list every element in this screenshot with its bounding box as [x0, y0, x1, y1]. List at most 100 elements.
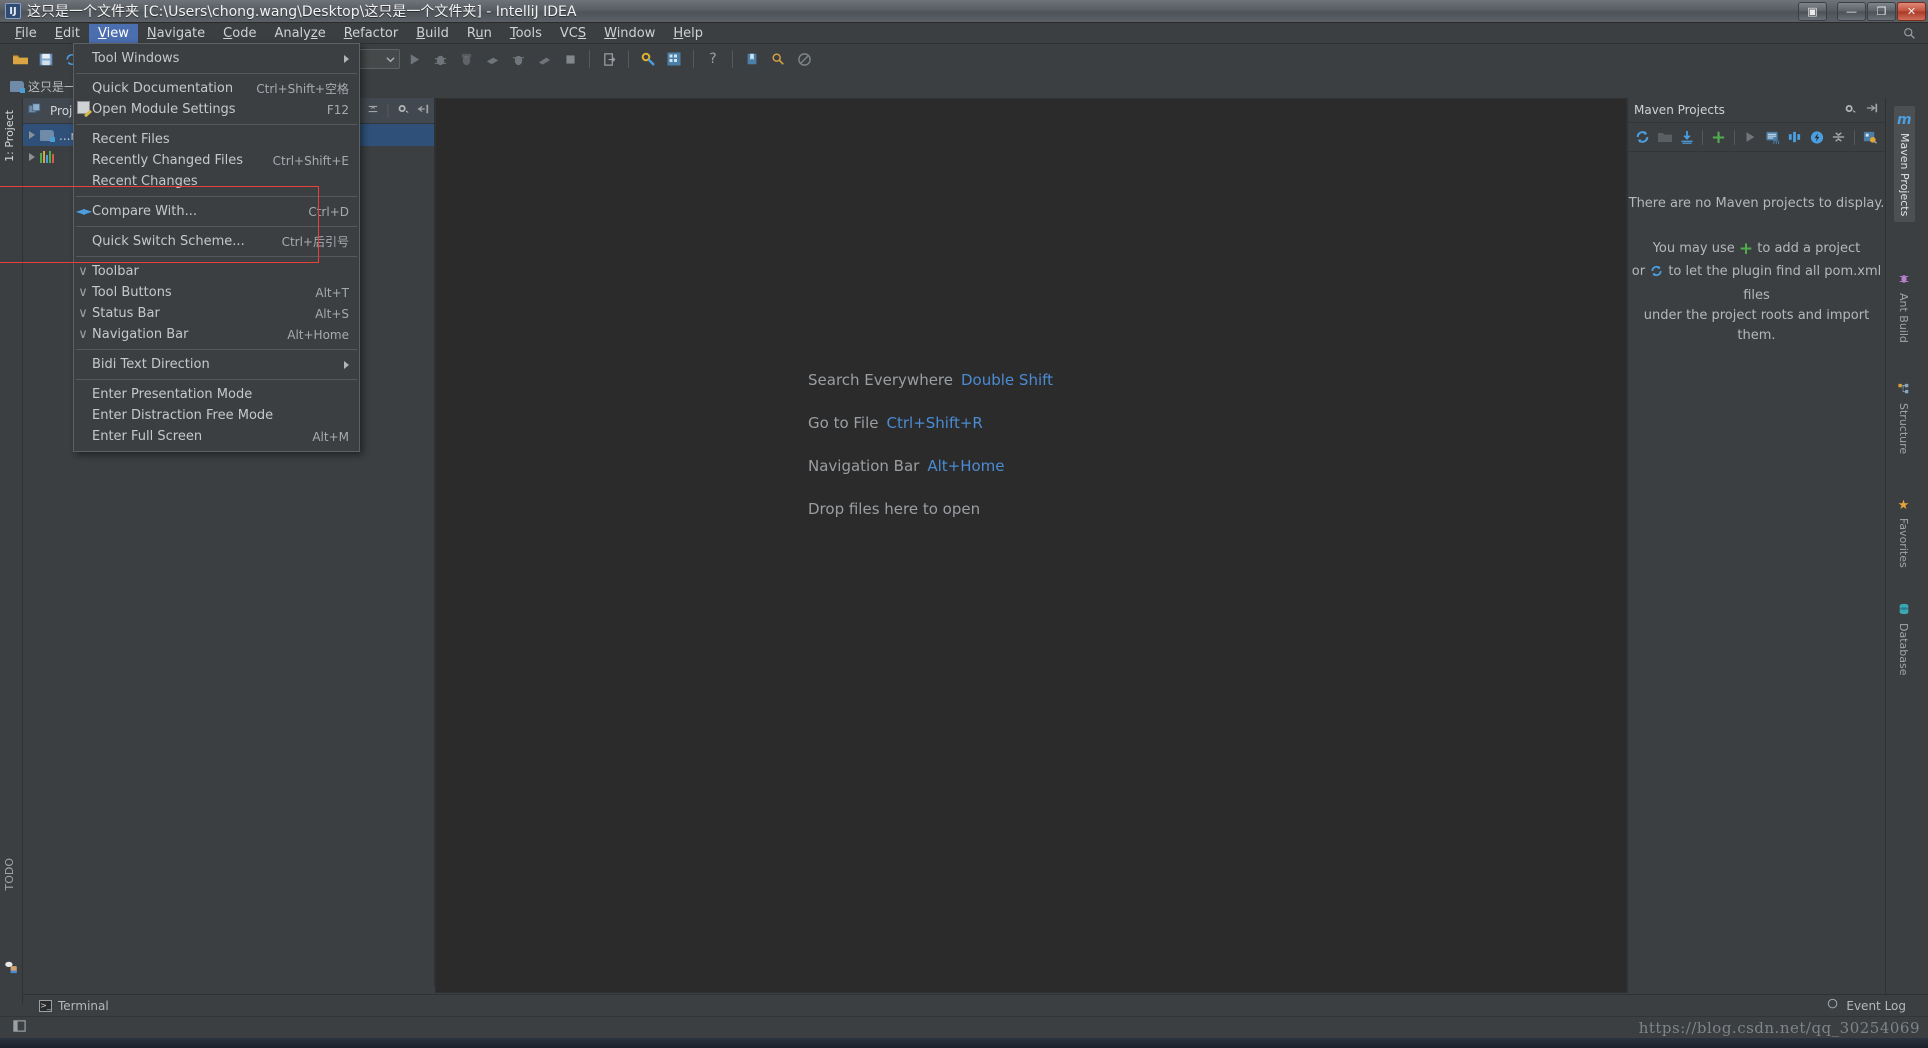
- star-icon: ★: [1897, 498, 1910, 513]
- exit-icon[interactable]: [597, 47, 621, 71]
- search-toolbar-icon[interactable]: [766, 47, 790, 71]
- menu-item-label: Quick Switch Scheme...: [92, 234, 245, 249]
- add-maven-project-icon[interactable]: +: [1710, 127, 1727, 148]
- menu-run[interactable]: Run: [458, 24, 501, 43]
- toggle-skip-tests-icon[interactable]: [1808, 128, 1825, 147]
- menu-help[interactable]: Help: [664, 24, 712, 43]
- menu-item-enter-distraction-free-mode[interactable]: Enter Distraction Free Mode: [74, 405, 359, 426]
- menu-vcs[interactable]: VCS: [551, 24, 595, 43]
- sidebar-item-todo[interactable]: TODO: [3, 858, 16, 891]
- execute-goal-icon[interactable]: m: [1764, 128, 1781, 147]
- restore-layout-button[interactable]: ▣: [1798, 1, 1827, 21]
- open-folder-icon[interactable]: [8, 47, 32, 71]
- menu-view[interactable]: View: [88, 23, 138, 43]
- download-sources-icon[interactable]: [1678, 128, 1695, 147]
- chevron-right-icon[interactable]: [29, 131, 35, 139]
- sidebar-item-ant-build[interactable]: Ant Build: [1897, 273, 1910, 343]
- reimport-icon[interactable]: [1634, 128, 1651, 147]
- editor-welcome-area: Search Everywhere Double Shift Go to File…: [435, 98, 1627, 993]
- hide-toolwindows-icon[interactable]: [12, 1019, 27, 1037]
- menu-item-compare-with[interactable]: ◄► Compare With... Ctrl+D: [74, 201, 359, 222]
- menu-item-tool-buttons[interactable]: ∨ Tool Buttons Alt+T: [74, 282, 359, 303]
- maven-header-icons: [1843, 102, 1879, 118]
- menu-item-recently-changed-files[interactable]: Recently Changed Files Ctrl+Shift+E: [74, 150, 359, 171]
- menu-item-shortcut: Alt+Home: [287, 327, 349, 342]
- debug-attach-icon[interactable]: [506, 47, 530, 71]
- menu-item-quick-switch-scheme[interactable]: Quick Switch Scheme... Ctrl+后引号: [74, 231, 359, 252]
- maven-panel-title: Maven Projects: [1634, 103, 1725, 117]
- menu-build[interactable]: Build: [407, 24, 458, 43]
- generate-sources-icon[interactable]: [1656, 128, 1673, 147]
- maximize-button[interactable]: ❐: [1867, 1, 1896, 21]
- left-tool-strip: 1: Project TODO: [0, 98, 23, 1004]
- disable-icon[interactable]: [792, 47, 816, 71]
- maven-panel-body: There are no Maven projects to display. …: [1628, 152, 1885, 346]
- search-icon[interactable]: [1900, 24, 1918, 42]
- hide-icon[interactable]: [1865, 102, 1879, 118]
- tab-terminal[interactable]: Terminal: [58, 999, 109, 1013]
- collapse-all-icon[interactable]: [1830, 128, 1847, 147]
- debug-icon[interactable]: [428, 47, 452, 71]
- tab-event-log[interactable]: Event Log: [1846, 999, 1906, 1013]
- menu-item-label: Quick Documentation: [92, 81, 234, 96]
- menu-navigate[interactable]: Navigate: [138, 24, 214, 43]
- menu-separator: [76, 379, 357, 380]
- close-button[interactable]: ✕: [1897, 1, 1926, 21]
- maven-hint-line-3: under the project roots and import them.: [1643, 307, 1870, 343]
- maven-icon: m: [1897, 112, 1912, 128]
- menu-item-bidi-text-direction[interactable]: Bidi Text Direction: [74, 354, 359, 375]
- menu-item-enter-presentation-mode[interactable]: Enter Presentation Mode: [74, 384, 359, 405]
- menu-item-label: Tool Buttons: [92, 285, 172, 300]
- menu-item-open-module-settings[interactable]: Open Module Settings F12: [74, 99, 359, 120]
- sidebar-item-maven-projects[interactable]: m Maven Projects: [1894, 106, 1915, 223]
- sidebar-item-todo-label: TODO: [3, 858, 16, 891]
- menu-refactor[interactable]: Refactor: [335, 24, 408, 43]
- menu-item-quick-documentation[interactable]: Quick Documentation Ctrl+Shift+空格: [74, 78, 359, 99]
- menu-item-label: Enter Full Screen: [92, 429, 203, 444]
- maven-empty-message: There are no Maven projects to display.: [1628, 196, 1885, 211]
- sidebar-item-structure[interactable]: Structure: [1897, 383, 1910, 454]
- menu-window[interactable]: Window: [595, 24, 664, 43]
- sidebar-item-project-label: 1: Project: [3, 110, 16, 162]
- stop-icon[interactable]: [558, 47, 582, 71]
- menu-code[interactable]: Code: [214, 24, 265, 43]
- database-icon: [1898, 603, 1910, 618]
- sidebar-item-maven-label: Maven Projects: [1897, 133, 1911, 217]
- sidebar-item-favorites[interactable]: ★ Favorites: [1897, 498, 1910, 568]
- profile-icon[interactable]: [480, 47, 504, 71]
- menu-edit[interactable]: Edit: [46, 24, 89, 43]
- toggle-offline-icon[interactable]: [1786, 128, 1803, 147]
- menu-item-navigation-bar[interactable]: ∨ Navigation Bar Alt+Home: [74, 324, 359, 345]
- menu-item-recent-changes[interactable]: Recent Changes: [74, 171, 359, 192]
- menu-item-enter-full-screen[interactable]: Enter Full Screen Alt+M: [74, 426, 359, 447]
- menu-item-recent-files[interactable]: Recent Files: [74, 129, 359, 150]
- sidebar-item-database[interactable]: Database: [1897, 603, 1910, 676]
- sidebar-item-project[interactable]: 1: Project: [3, 110, 16, 162]
- menu-item-status-bar[interactable]: ∨ Status Bar Alt+S: [74, 303, 359, 324]
- build-icon[interactable]: [532, 47, 556, 71]
- bookmark-icon[interactable]: [740, 47, 764, 71]
- minimize-button[interactable]: —: [1837, 1, 1866, 21]
- gear-icon[interactable]: [1843, 102, 1857, 118]
- window-controls: ▣ — ❐ ✕: [1797, 0, 1928, 22]
- sidebar-item-structure-label: Structure: [1897, 403, 1910, 455]
- save-all-icon[interactable]: [34, 47, 58, 71]
- menu-item-shortcut: Ctrl+Shift+空格: [256, 82, 349, 96]
- run-icon[interactable]: [402, 47, 426, 71]
- menu-item-tool-windows[interactable]: Tool Windows: [74, 48, 359, 69]
- settings-gear-icon[interactable]: [396, 102, 410, 119]
- run-icon[interactable]: [1742, 128, 1759, 147]
- maven-settings-icon[interactable]: [1862, 128, 1879, 147]
- settings-icon[interactable]: [636, 47, 660, 71]
- help-icon[interactable]: ?: [701, 47, 725, 71]
- chevron-right-icon[interactable]: [29, 153, 35, 161]
- coverage-icon[interactable]: [454, 47, 478, 71]
- menu-tools[interactable]: Tools: [501, 24, 551, 43]
- collapse-all-icon[interactable]: [366, 103, 380, 119]
- welcome-label: Drop files here to open: [808, 500, 981, 518]
- hide-icon[interactable]: [416, 103, 430, 119]
- project-structure-icon[interactable]: [662, 47, 686, 71]
- menu-file[interactable]: File: [6, 24, 46, 43]
- menu-item-toolbar[interactable]: ∨ Toolbar: [74, 261, 359, 282]
- menu-analyze[interactable]: Analyze: [265, 24, 334, 43]
